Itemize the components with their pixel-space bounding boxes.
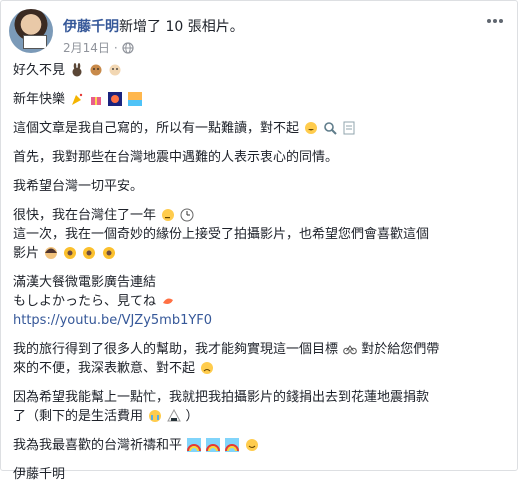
rabbit-emoji-icon — [72, 63, 82, 77]
crying-emoji-icon — [149, 410, 162, 422]
paragraph-filming-line2: 這一次，我在一個奇妙的緣份上接受了拍攝影片，也希望您們會喜歡這個 — [13, 227, 430, 242]
paragraph-filming-line3: 影片 — [13, 244, 511, 263]
post-header: 伊藤千明新增了 10 張相片。 2月14日 · — [9, 9, 511, 57]
paragraph-greeting: 好久不見 — [13, 61, 511, 80]
paragraph-condolence: 首先，我對那些在台灣地震中遇難的人表示衷心的同情。 — [13, 150, 339, 165]
paragraph-one-year: 很快，我在台灣住了一年 — [13, 206, 511, 225]
bicycle-emoji-icon — [343, 345, 357, 355]
rainbow-emoji-icon — [206, 438, 221, 452]
paragraph-travel-line2: 來的不便，我深表歉意、對不起 — [13, 359, 511, 378]
sunflower-emoji-icon — [64, 247, 77, 259]
paragraph-ad-japanese: もしよかったら、見てね — [13, 292, 511, 311]
clock-emoji-icon — [180, 208, 194, 222]
paragraph-ad-link: https://youtu.be/VJZy5mb1YF0 — [13, 311, 511, 330]
rainbow-emoji-icon — [187, 438, 202, 452]
paragraph-signature: 伊藤千明 — [13, 467, 66, 482]
beach-emoji-icon — [127, 92, 142, 106]
fireworks-emoji-icon — [108, 92, 123, 106]
more-options-icon[interactable] — [483, 13, 507, 29]
rice-ball-emoji-icon — [167, 409, 182, 422]
globe-icon[interactable] — [122, 41, 134, 54]
sunflower-emoji-icon — [102, 247, 115, 259]
paragraph-ad-title: 滿漢大餐微電影廣告連結 — [13, 275, 157, 290]
post-author-line: 伊藤千明新增了 10 張相片。 — [63, 16, 244, 36]
post-body: 好久不見 新年快樂 這個文章是我自己寫的，所以有一點難讀，對不起 首先，我對那些… — [13, 61, 511, 484]
facebook-post: 伊藤千明新增了 10 張相片。 2月14日 · 好久不見 新年快樂 這個文章是我… — [0, 0, 518, 482]
paragraph-apology-writing: 這個文章是我自己寫的，所以有一點難讀，對不起 — [13, 119, 511, 138]
paragraph-wish: 我希望台灣一切平安。 — [13, 179, 144, 194]
thinking-emoji-icon — [162, 209, 175, 221]
separator-dot: · — [113, 40, 118, 55]
youtube-link[interactable]: https://youtu.be/VJZy5mb1YF0 — [13, 313, 212, 328]
girl-emoji-icon — [45, 247, 58, 259]
memo-emoji-icon — [343, 121, 355, 135]
sunflower-emoji-icon — [83, 247, 96, 259]
hamster-emoji-icon — [109, 64, 121, 76]
author-name-link[interactable]: 伊藤千明 — [63, 19, 119, 35]
rainbow-emoji-icon — [225, 438, 240, 452]
party-popper-emoji-icon — [72, 93, 83, 105]
post-action-text: 新增了 10 張相片。 — [119, 19, 244, 35]
post-date-link[interactable]: 2月14日 — [63, 39, 110, 56]
dog-emoji-icon — [90, 64, 102, 76]
paragraph-prayer: 我為我最喜歡的台灣祈禱和平 — [13, 436, 511, 455]
avatar-sign — [23, 35, 47, 49]
shrimp-emoji-icon — [163, 298, 174, 304]
paragraph-donation-line1: 因為希望我能幫上一點忙，我就把我拍攝影片的錢捐出去到花蓮地震捐款 — [13, 390, 430, 405]
smiling-emoji-icon — [245, 439, 258, 451]
gift-emoji-icon — [91, 97, 102, 105]
avatar[interactable] — [9, 9, 53, 53]
grinning-emoji-icon — [305, 122, 318, 134]
sad-face-emoji-icon — [201, 362, 214, 374]
paragraph-new-year: 新年快樂 — [13, 90, 511, 109]
magnifier-emoji-icon — [324, 122, 338, 135]
paragraph-donation-line2: 了（剩下的是生活費用 ） — [13, 409, 199, 424]
post-meta: 2月14日 · — [63, 39, 134, 56]
paragraph-travel-line1: 我的旅行得到了很多人的幫助，我才能夠實現這一個目標 對於給您們帶 — [13, 342, 440, 357]
